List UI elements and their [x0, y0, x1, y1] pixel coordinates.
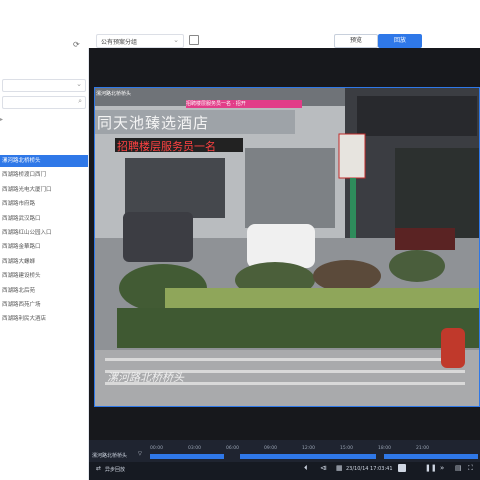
speed-icon[interactable]: »	[440, 464, 444, 472]
search-icon: ⌕	[78, 97, 82, 105]
sidebar-item-camera[interactable]: 西湖路红山公园入口	[0, 227, 88, 239]
sidebar-item-camera[interactable]: 西湖路西苑广场	[0, 299, 88, 311]
video-player[interactable]: 同天池臻选酒店 招聘楼层服务员一名 漯河路北桥桥头	[94, 87, 480, 407]
sidebar-item-camera[interactable]: 西湖路利民大酒店	[0, 313, 88, 325]
video-frame-image	[95, 88, 479, 406]
datetime-picker-icon[interactable]	[398, 464, 406, 472]
plan-group-value: 公有预案分组	[101, 39, 138, 46]
sidebar-item-camera[interactable]: 西湖路光电大厦门口	[0, 184, 88, 196]
recruit-banner: 招聘楼层服务员一名	[117, 140, 216, 153]
timeline-tick: 03:00	[188, 446, 201, 451]
playback-controls	[89, 462, 480, 480]
timeline-tick: 09:00	[264, 446, 277, 451]
calendar-icon[interactable]: ▦	[336, 464, 343, 472]
rewind-icon[interactable]: ⏴	[304, 464, 308, 473]
timeline-tick: 06:00	[226, 446, 239, 451]
plan-group-select[interactable]: 公有预案分组 ⌄	[96, 34, 184, 48]
recording-segment[interactable]	[150, 454, 224, 459]
chevron-down-icon: ⌄	[76, 80, 82, 88]
filter-icon[interactable]: ▽	[138, 451, 142, 457]
search-input[interactable]: ⌕	[2, 96, 86, 109]
tree-parent-node[interactable]: ▸	[0, 116, 8, 124]
osd-text: 招聘楼层服务员一名 · 招开	[186, 100, 302, 108]
sidebar-item-camera[interactable]: 西湖路武汉路口	[0, 213, 88, 225]
chevron-down-icon: ⌄	[173, 36, 179, 44]
step-back-icon[interactable]: ⧏	[320, 464, 327, 472]
timeline-tick: 18:00	[378, 446, 391, 451]
grid-layout-icon[interactable]: ▤	[455, 464, 462, 472]
recording-segment[interactable]	[384, 454, 478, 459]
save-icon[interactable]	[189, 35, 199, 45]
sidebar-item-camera[interactable]: 西湖路桥渡口西门	[0, 169, 88, 181]
sync-icon[interactable]: ⇄	[96, 465, 101, 472]
corner-overlay-text: 漯河路北桥桥头	[107, 371, 184, 384]
timeline-tick: 00:00	[150, 446, 163, 451]
preview-button[interactable]: 预览	[334, 34, 378, 48]
fullscreen-icon[interactable]: ⛶	[468, 464, 473, 473]
sidebar-item-camera[interactable]: 西湖路金華路口	[0, 241, 88, 253]
camera-title: 漯河路北桥桥头	[96, 91, 132, 97]
sync-playback-label[interactable]: 异步回放	[105, 466, 125, 473]
playback-datetime: 23/10/14 17:03:41	[346, 466, 393, 472]
hotel-sign: 同天池臻选酒店	[97, 114, 210, 132]
sidebar-item-camera[interactable]: 西湖路建设桥头	[0, 270, 88, 282]
timeline-channel-label: 漯河路北桥桥头	[92, 453, 128, 459]
sidebar-item-camera[interactable]: 西湖路北后苑	[0, 285, 88, 297]
playback-button[interactable]: 回放	[378, 34, 422, 48]
resource-select[interactable]: ⌄	[2, 79, 86, 92]
timeline-tick: 12:00	[302, 446, 315, 451]
sidebar-item-camera[interactable]: 西湖路大螺蛳	[0, 256, 88, 268]
timeline-tick: 15:00	[340, 446, 353, 451]
recording-segment[interactable]	[240, 454, 376, 459]
sidebar-item-camera[interactable]: 漯河路北桥桥头	[0, 155, 88, 167]
timeline-tick: 21:00	[416, 446, 429, 451]
sidebar-item-camera[interactable]: 西湖路市府路	[0, 198, 88, 210]
pause-icon[interactable]: ❚❚	[425, 464, 437, 472]
